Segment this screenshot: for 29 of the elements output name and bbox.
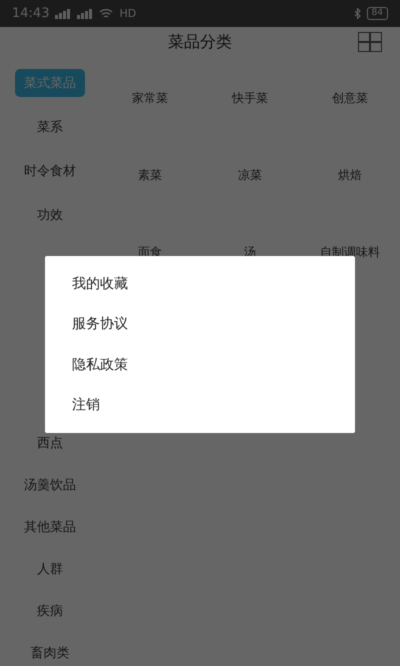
signal-icon (77, 8, 94, 18)
menu-item[interactable]: 注销 (45, 384, 355, 425)
sidebar-item[interactable]: 疾病 (37, 597, 63, 625)
category-item[interactable]: 家常菜 (132, 90, 168, 107)
sidebar-item[interactable]: 其他菜品 (24, 513, 76, 541)
sidebar-item[interactable]: 功效 (37, 201, 63, 229)
network-label: HD (119, 7, 136, 20)
sidebar-item[interactable]: 汤羹饮品 (24, 471, 76, 499)
battery-icon: 84 (366, 7, 388, 20)
category-item[interactable]: 烘焙 (338, 167, 362, 184)
category-item[interactable]: 快手菜 (232, 90, 268, 107)
wifi-icon (99, 8, 114, 18)
status-time: 14:43 (12, 6, 50, 21)
sidebar-item[interactable]: 菜式菜品 (15, 69, 85, 97)
menu-item[interactable]: 服务协议 (45, 304, 355, 344)
sidebar-item[interactable]: 时令食材 (24, 157, 76, 185)
menu-item[interactable]: 隐私政策 (45, 344, 355, 385)
sidebar-item[interactable]: 畜肉类 (30, 639, 70, 666)
sidebar-item[interactable]: 菜系 (37, 113, 63, 141)
menu-item[interactable]: 我的收藏 (45, 264, 355, 304)
sidebar-item[interactable]: 西点 (37, 429, 63, 457)
bluetooth-icon (354, 8, 361, 19)
signal-icon (55, 8, 72, 18)
category-item[interactable]: 凉菜 (238, 167, 262, 184)
grid-icon[interactable] (358, 32, 382, 52)
page-title: 菜品分类 (168, 32, 232, 52)
category-item[interactable]: 素菜 (138, 167, 162, 184)
sidebar-item[interactable]: 人群 (37, 555, 63, 583)
category-item[interactable]: 创意菜 (332, 90, 368, 107)
